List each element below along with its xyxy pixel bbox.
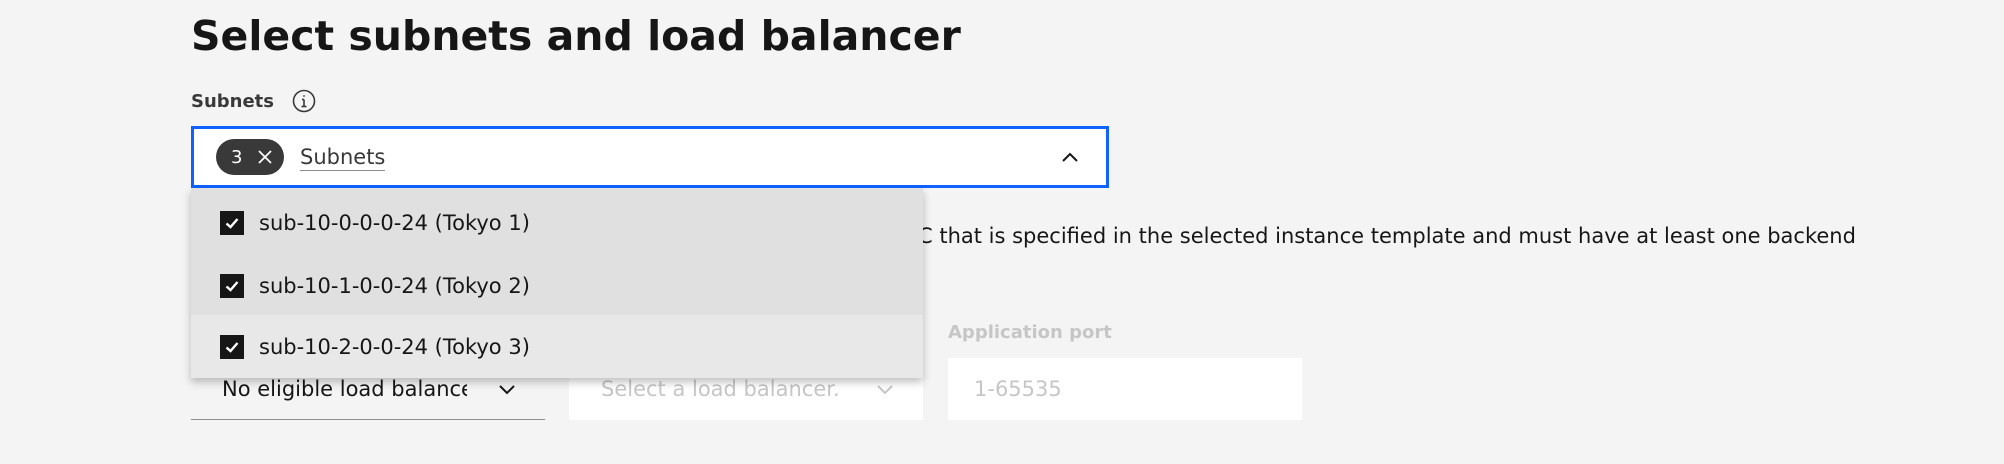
checkbox-checked-icon[interactable]: [220, 334, 244, 359]
page-title: Select subnets and load balancer: [191, 12, 961, 60]
checkbox-checked-icon[interactable]: [220, 273, 244, 298]
application-port-label: Application port: [948, 322, 1112, 343]
subnets-label: Subnets: [191, 90, 275, 112]
subnet-option-label: sub-10-1-0-0-24 (Tokyo 2): [259, 273, 530, 298]
load-balancer-select-placeholder: Select a load balancer.: [601, 377, 840, 401]
helper-text: C that is specified in the selected inst…: [918, 224, 1856, 248]
clear-selection-icon[interactable]: [256, 148, 274, 166]
info-icon[interactable]: [292, 89, 316, 113]
subnets-menu: sub-10-0-0-0-24 (Tokyo 1) sub-10-1-0-0-2…: [191, 188, 923, 378]
subnets-label-row: Subnets: [191, 88, 316, 114]
chevron-up-icon[interactable]: [1060, 148, 1080, 168]
application-port-placeholder: 1-65535: [974, 377, 1062, 401]
chevron-down-icon: [875, 379, 895, 399]
subnet-option[interactable]: sub-10-2-0-0-24 (Tokyo 3): [191, 315, 923, 378]
subnets-filter-placeholder[interactable]: Subnets: [300, 144, 386, 171]
application-port-input[interactable]: 1-65535: [948, 358, 1302, 420]
subnet-option[interactable]: sub-10-0-0-0-24 (Tokyo 1): [191, 191, 923, 254]
chevron-down-icon: [497, 379, 517, 399]
subnet-option-label: sub-10-2-0-0-24 (Tokyo 3): [259, 334, 530, 359]
selected-count: 3: [231, 146, 243, 168]
selected-count-tag[interactable]: 3: [216, 139, 284, 175]
subnets-multiselect[interactable]: 3 Subnets: [191, 126, 1109, 188]
load-balancer-type-value: No eligible load balancer: [222, 376, 467, 401]
subnet-option[interactable]: sub-10-1-0-0-24 (Tokyo 2): [191, 254, 923, 317]
checkbox-checked-icon[interactable]: [220, 210, 244, 235]
subnet-option-label: sub-10-0-0-0-24 (Tokyo 1): [259, 210, 530, 235]
